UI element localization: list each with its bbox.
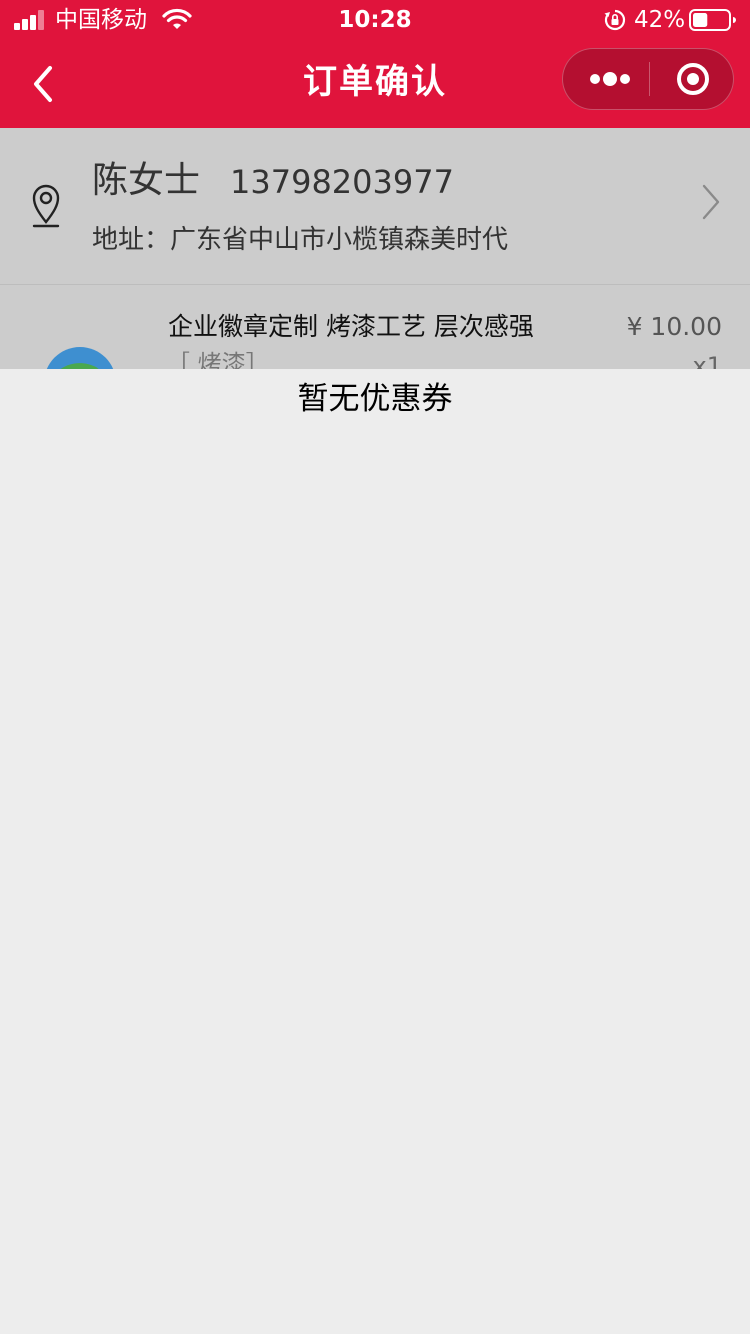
target-close-icon[interactable]	[661, 49, 725, 109]
address-line: 地址：广东省中山市小榄镇森美时代	[92, 222, 508, 258]
rotation-lock-icon	[604, 9, 626, 31]
coupon-empty-message: 暂无优惠券	[297, 381, 453, 417]
product-name: 企业徽章定制 烤漆工艺 层次感强	[168, 312, 534, 341]
product-price: ¥ 10.00	[626, 312, 722, 341]
product-thumbnail	[46, 347, 114, 369]
mini-program-capsule	[562, 48, 734, 110]
coupon-panel: 暂无优惠券	[0, 369, 750, 1334]
location-pin-icon	[32, 184, 60, 228]
battery-percent: 42%	[634, 7, 686, 33]
address-value: 广东省中山市小榄镇森美时代	[170, 225, 509, 255]
address-label: 地址：	[92, 225, 171, 255]
product-item: 企业徽章定制 烤漆工艺 层次感强 ¥ 10.00 ［ 烤漆］ x1	[0, 285, 750, 369]
battery-icon	[689, 9, 736, 31]
capsule-divider	[649, 62, 650, 96]
more-dots-icon[interactable]	[573, 49, 645, 109]
recipient-name: 陈女士	[92, 160, 201, 201]
chevron-right-icon	[702, 184, 720, 220]
product-quantity: x1	[692, 352, 722, 369]
recipient-phone: 13798203977	[230, 163, 454, 201]
shipping-address-card[interactable]: 陈女士 13798203977 地址：广东省中山市小榄镇森美时代	[0, 128, 750, 285]
navigation-bar: 订单确认	[0, 40, 750, 128]
status-bar: 中国移动 10:28 42%	[0, 0, 750, 40]
product-variant: ［ 烤漆］	[166, 350, 270, 369]
app-header: 中国移动 10:28 42% 订单确认	[0, 0, 750, 128]
